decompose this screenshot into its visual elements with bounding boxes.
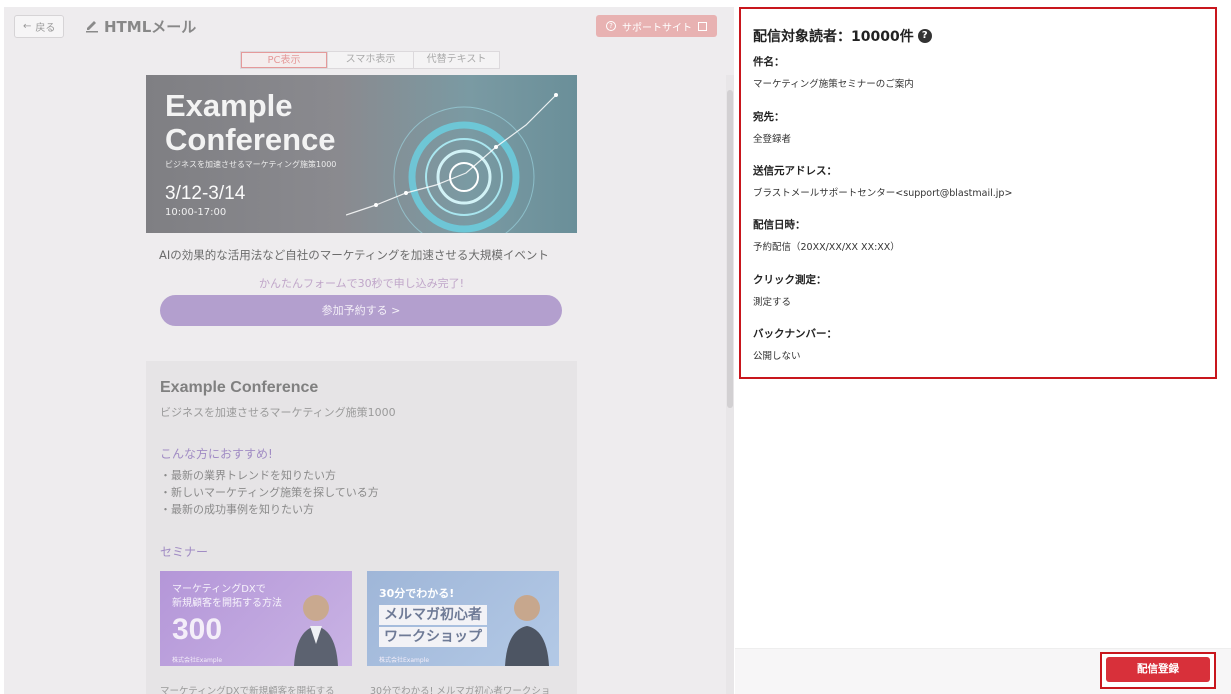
seminar2-box2: ワークショップ [379,627,487,647]
preview-scrollbar[interactable] [726,75,734,694]
back-number-label: バックナンバー： [753,328,837,340]
submit-highlight: 配信登録 [1100,652,1216,689]
page-title: HTMLメール [104,18,197,36]
hero-time: 10:00-17:00 [165,207,227,218]
recipients-value: 全登録者 [753,134,792,145]
seminar1-company: 株式会社Example [172,657,223,664]
subject-label: 件名： [753,56,785,68]
question-circle-icon: ? [606,21,616,31]
delivery-info-panel: 配信対象読者：10000件 ? 件名： マーケティング施策セミナーのご案内 宛先… [739,7,1217,379]
arrow-left-icon: ← [23,21,32,32]
tab-pc-view[interactable]: PC表示 [241,52,327,68]
back-label: 戻る [35,23,56,34]
back-button[interactable]: ← 戻る [14,15,65,38]
click-tracking-label: クリック測定： [753,274,827,286]
external-link-icon [698,21,707,31]
event-tagline: AIの効果的な活用法など自社のマーケティングを加速させる大規模イベント [159,248,549,262]
seminar1-number: 300 [172,613,223,646]
sender-address-label: 送信元アドレス： [753,165,837,177]
tab-alt-text[interactable]: 代替テキスト [413,52,499,68]
seminar2-caption: 30分でわかる! メルマガ初心者ワークショ [370,686,551,694]
sender-address-value: ブラストメールサポートセンター<support@blastmail.jp> [753,188,1013,199]
subject-value: マーケティング施策セミナーのご案内 [753,79,914,90]
seminar2-company: 株式会社Example [379,657,430,664]
recommend-heading: こんな方におすすめ! [160,447,273,461]
speaker-photo [294,595,338,666]
support-label: サポートサイト [622,22,692,34]
seminar1-caption: マーケティングDXで新規顧客を開拓する [160,686,335,694]
seminar-thumbnail-1[interactable]: マーケティングDXで 新規顧客を開拓する方法 300 株式会社Example [160,571,352,666]
tab-smartphone-view[interactable]: スマホ表示 [327,52,413,68]
view-tabs: PC表示 スマホ表示 代替テキスト [240,51,500,69]
hero-date: 3/12-3/14 [165,183,246,204]
toolbar: ← 戻る HTMLメール ? サポートサイト [4,7,734,43]
email-body-preview: Example Conference ビジネスを加速させるマーケティング施策10… [4,75,726,694]
delivery-datetime-value: 予約配信（20XX/XX/XX XX:XX） [753,242,900,253]
hero-subtitle: ビジネスを加速させるマーケティング施策1000 [165,160,337,169]
register-delivery-button[interactable]: 配信登録 [1106,657,1210,682]
scrollbar-thumb[interactable] [727,90,733,408]
seminar1-title: マーケティングDXで 新規顧客を開拓する方法 [172,584,282,609]
recipient-count-title: 配信対象読者：10000件 ? [753,26,932,46]
seminar2-box1: メルマガ初心者 [379,605,487,625]
seminar2-title: 30分でわかる! [379,587,455,600]
recommend-list: ・最新の業界トレンドを知りたい方 ・新しいマーケティング施策を探している方 ・最… [160,467,379,518]
speaker-photo [505,595,549,666]
hero-title: Example Conference [165,88,336,157]
recipient-count-text: 配信対象読者：10000件 [753,29,914,45]
reserve-cta-button[interactable]: 参加予約する > [160,295,562,326]
click-tracking-value: 測定する [753,297,792,308]
seminar-heading: セミナー [160,545,209,559]
back-number-value: 公開しない [753,351,801,362]
help-icon[interactable]: ? [917,29,932,43]
recipients-label: 宛先： [753,111,785,123]
seminar-thumbnail-2[interactable]: 30分でわかる! メルマガ初心者 ワークショップ 株式会社Example [367,571,559,666]
list-item: ・新しいマーケティング施策を探している方 [160,486,379,499]
hero-banner: Example Conference ビジネスを加速させるマーケティング施策10… [146,75,577,233]
email-preview-pane: ← 戻る HTMLメール ? サポートサイト PC表示 スマホ表示 代替テキスト… [4,7,734,694]
card-subtitle: ビジネスを加速させるマーケティング施策1000 [160,406,396,419]
pencil-icon [86,21,98,33]
list-item: ・最新の成功事例を知りたい方 [160,503,314,516]
form-note: かんたんフォームで30秒で申し込み完了! [258,277,465,290]
support-site-button[interactable]: ? サポートサイト [596,15,717,37]
event-details-card: Example Conference ビジネスを加速させるマーケティング施策10… [146,361,577,694]
card-title: Example Conference [160,379,319,396]
concentric-rings-graphic [346,93,558,233]
list-item: ・最新の業界トレンドを知りたい方 [160,469,336,482]
delivery-datetime-label: 配信日時： [753,219,806,231]
